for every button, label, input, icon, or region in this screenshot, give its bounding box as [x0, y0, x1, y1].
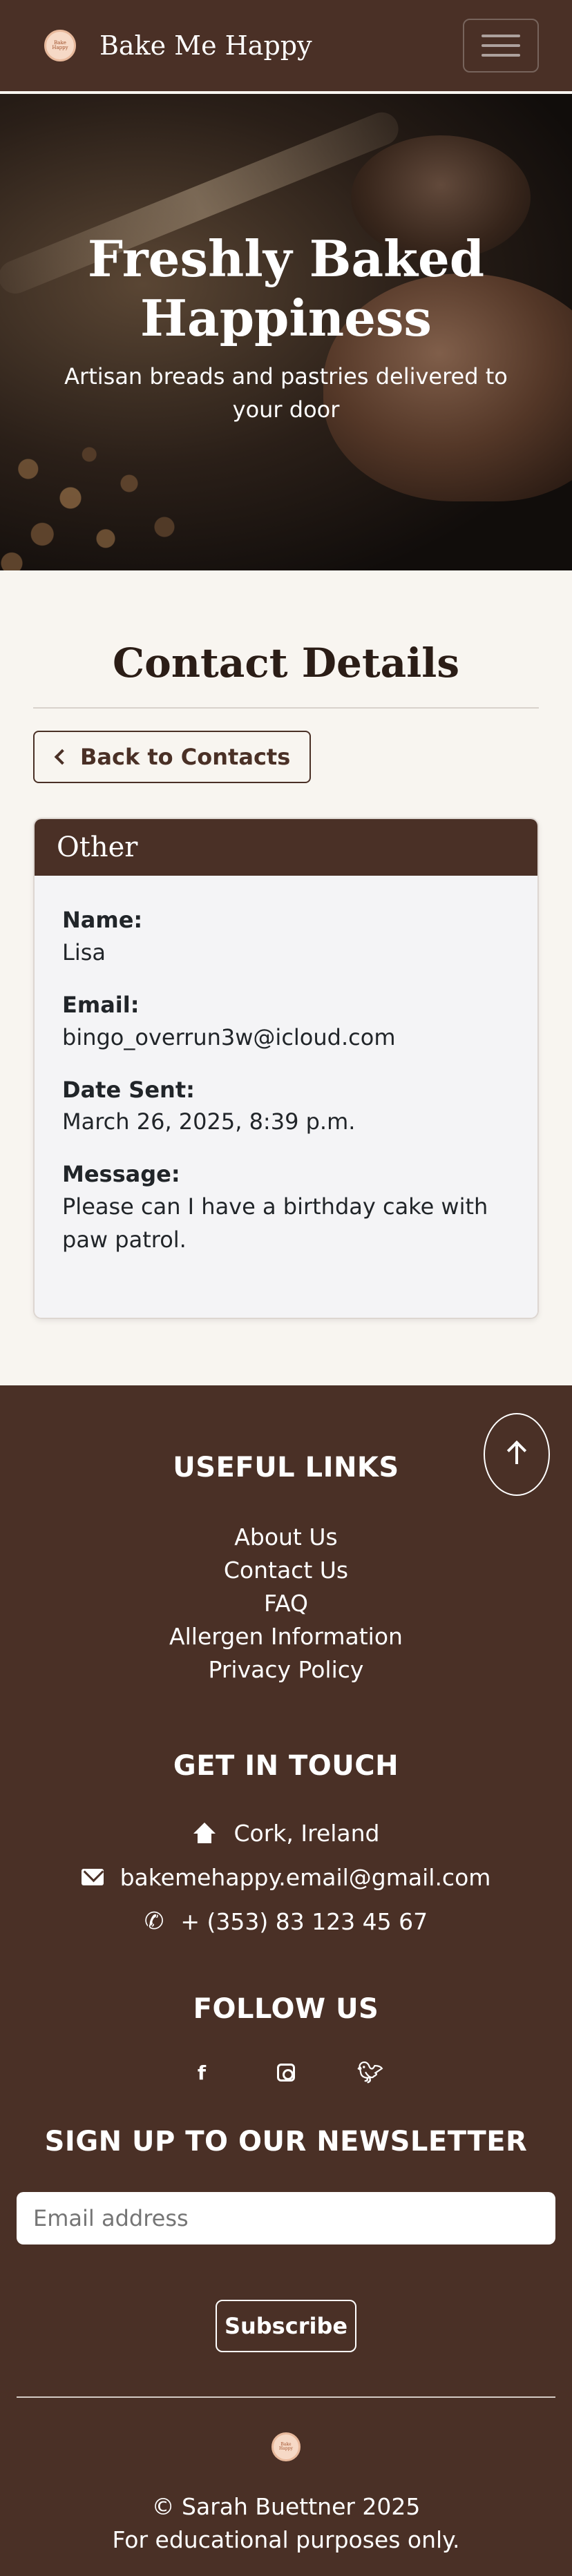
footer-divider [17, 2396, 555, 2398]
location-row: Cork, Ireland [0, 1811, 572, 1855]
subscribe-button[interactable]: Subscribe [216, 2300, 356, 2352]
field-email: Email: bingo_overrun3w@icloud.com [62, 991, 396, 1050]
hero-title: Freshly Baked Happiness [87, 229, 485, 348]
divider [33, 707, 539, 709]
get-in-touch-heading: GET IN TOUCH [173, 1750, 399, 1782]
footer-logo: Bake Happy [271, 2432, 301, 2461]
main-content: Contact Details Back to Contacts Other N… [0, 570, 572, 1319]
hero-subtitle: Artisan breads and pastries delivered to… [64, 363, 508, 423]
home-icon [192, 1823, 217, 1843]
field-message: Message: Please can I have a birthday ca… [62, 1161, 488, 1253]
card-body: Name: Lisa Email: bingo_overrun3w@icloud… [35, 876, 537, 1318]
link-allergen-information[interactable]: Allergen Information [0, 1620, 572, 1653]
card-header: Other [35, 819, 537, 876]
back-to-contacts-button[interactable]: Back to Contacts [33, 731, 312, 783]
navbar: Bake Happy Bake Me Happy [0, 0, 572, 94]
menu-toggle-button[interactable] [463, 19, 539, 73]
page-title: Contact Details [113, 640, 459, 686]
facebook-icon[interactable]: f [191, 2061, 212, 2084]
link-privacy-policy[interactable]: Privacy Policy [0, 1653, 572, 1686]
hero-banner: Freshly Baked Happiness Artisan breads a… [0, 94, 572, 570]
link-faq[interactable]: FAQ [0, 1587, 572, 1620]
phone-row[interactable]: ✆ + (353) 83 123 45 67 [0, 1899, 572, 1943]
phone-icon: ✆ [144, 1907, 164, 1935]
copyright-text: © Sarah Buettner 2025 [151, 2493, 421, 2520]
disclaimer-text: For educational purposes only. [112, 2526, 460, 2553]
social-links: f 🐦︎ [0, 2061, 572, 2085]
useful-links-list: About Us Contact Us FAQ Allergen Informa… [0, 1521, 572, 1686]
instagram-icon[interactable] [276, 2062, 296, 2083]
contact-card: Other Name: Lisa Email: bingo_overrun3w@… [33, 818, 539, 1319]
follow-us-heading: FOLLOW US [193, 1993, 379, 2025]
hamburger-icon [482, 35, 520, 37]
field-date-sent: Date Sent: March 26, 2025, 8:39 p.m. [62, 1076, 356, 1135]
envelope-icon [81, 1869, 104, 1885]
link-contact-us[interactable]: Contact Us [0, 1554, 572, 1587]
useful-links-heading: USEFUL LINKS [173, 1452, 399, 1483]
newsletter-email-input[interactable] [17, 2192, 555, 2245]
contact-info: Cork, Ireland bakemehappy.email@gmail.co… [0, 1811, 572, 1943]
chevron-left-icon [54, 749, 70, 765]
twitter-icon[interactable]: 🐦︎ [357, 2061, 383, 2085]
email-row[interactable]: bakemehappy.email@gmail.com [0, 1855, 572, 1899]
back-button-label: Back to Contacts [80, 744, 291, 770]
brand-link[interactable]: Bake Happy Bake Me Happy [44, 30, 312, 61]
link-about-us[interactable]: About Us [0, 1521, 572, 1554]
brand-logo: Bake Happy [44, 30, 76, 61]
newsletter-heading: SIGN UP TO OUR NEWSLETTER [44, 2126, 528, 2157]
site-footer: USEFUL LINKS About Us Contact Us FAQ All… [0, 1385, 572, 2576]
brand-name: Bake Me Happy [99, 30, 312, 61]
field-name: Name: Lisa [62, 907, 143, 965]
